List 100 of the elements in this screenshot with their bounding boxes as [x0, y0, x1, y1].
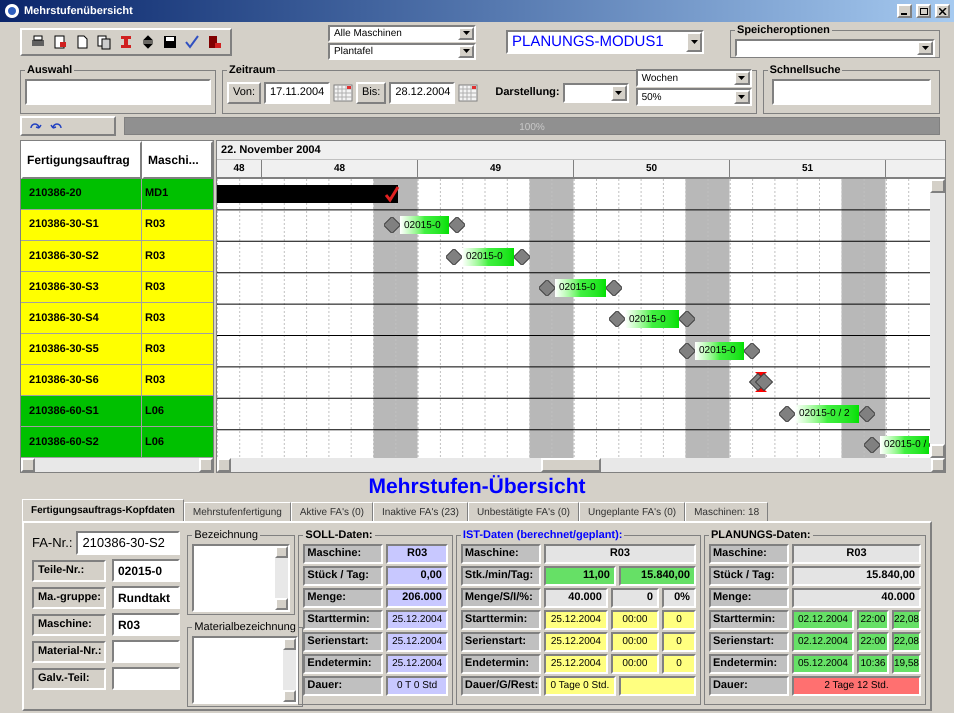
- preview-icon[interactable]: [52, 34, 68, 50]
- copy-icon[interactable]: [96, 34, 112, 50]
- text-area[interactable]: [192, 636, 298, 704]
- value-cell: 25.12.2004: [544, 632, 608, 652]
- field-label: Galv.-Teil:: [32, 668, 106, 690]
- from-date-field[interactable]: 17.11.2004: [264, 82, 330, 104]
- task-bar[interactable]: 02015-0: [625, 310, 679, 328]
- table-row[interactable]: 210386-30-S6 R03: [21, 364, 213, 396]
- dropdown-button[interactable]: [734, 71, 750, 85]
- redo-icon[interactable]: [30, 121, 42, 131]
- field-label: Dauer/G/Rest:: [460, 676, 541, 696]
- table-row[interactable]: 210386-30-S1 R03: [21, 210, 213, 241]
- table-row[interactable]: 210386-30-S4 R03: [21, 302, 213, 334]
- vertical-scrollbar[interactable]: [930, 179, 945, 458]
- to-date-field[interactable]: 28.12.2004: [389, 82, 456, 104]
- table-row[interactable]: 210386-30-S5 R03: [21, 334, 213, 365]
- horizontal-scrollbar[interactable]: [21, 458, 213, 472]
- vertical-scrollbar[interactable]: [282, 638, 296, 702]
- vertical-scrollbar[interactable]: [275, 546, 288, 610]
- dropdown-button[interactable]: [458, 44, 474, 58]
- dropdown-button[interactable]: [610, 84, 627, 100]
- milestone-icon[interactable]: [749, 371, 773, 394]
- door-icon[interactable]: [206, 34, 222, 50]
- quick-search-field[interactable]: [772, 78, 931, 104]
- value-cell: 22:00: [856, 610, 889, 630]
- storage-dropdown[interactable]: [735, 38, 935, 56]
- value-cell: 05.12.2004: [792, 654, 854, 674]
- close-button[interactable]: [935, 4, 950, 18]
- input-field[interactable]: Rundtakt: [112, 586, 180, 609]
- tab[interactable]: Fertigungsauftrags-Kopfdaten: [22, 499, 184, 521]
- undo-icon[interactable]: [50, 121, 62, 131]
- value-cell: 00:00: [610, 632, 659, 652]
- selection-field[interactable]: [25, 78, 211, 104]
- field-label: Menge/S/I/%:: [460, 588, 541, 608]
- save-icon[interactable]: [162, 34, 178, 50]
- spellcheck-icon[interactable]: [184, 34, 200, 50]
- minimize-button[interactable]: [897, 4, 912, 18]
- tab[interactable]: Unbestätigte FA's (0): [468, 502, 580, 521]
- dropdown-field[interactable]: 50%: [636, 88, 752, 106]
- value-cell: 22:00: [856, 632, 889, 652]
- table-row[interactable]: 210386-60-S1 L06: [21, 396, 213, 428]
- dropdown-button[interactable]: [458, 26, 474, 40]
- field-label: Menge:: [303, 588, 384, 608]
- value-cell: 0: [662, 654, 696, 674]
- dropdown-button[interactable]: [734, 90, 750, 104]
- input-field[interactable]: [112, 640, 180, 663]
- arrows-icon[interactable]: [140, 34, 156, 50]
- task-bar[interactable]: 02015-0: [462, 248, 514, 266]
- beam-icon[interactable]: [118, 34, 134, 50]
- dropdown-button[interactable]: [686, 32, 702, 52]
- table-row[interactable]: 210386-30-S2 R03: [21, 240, 213, 272]
- field-label: Maschine:: [708, 544, 789, 564]
- field-label: Serienstart:: [708, 632, 789, 652]
- caret-icon: [462, 31, 470, 35]
- input-field[interactable]: R03: [112, 613, 180, 636]
- table-row[interactable]: 210386-30-S3 R03: [21, 272, 213, 303]
- table-row[interactable]: 210386-20 MD1: [21, 178, 213, 210]
- field-label: Dauer:: [303, 676, 384, 696]
- dropdown-field[interactable]: PLANUNGS-MODUS1: [506, 30, 704, 54]
- diamond-icon: [446, 248, 462, 264]
- dropdown-field[interactable]: [562, 82, 629, 102]
- tab[interactable]: Ungeplante FA's (0): [579, 502, 686, 521]
- horizontal-scrollbar[interactable]: [217, 458, 945, 472]
- input-field[interactable]: [112, 667, 180, 690]
- field-label: Material-Nr.:: [32, 640, 106, 662]
- value-cell: 10:36: [856, 654, 889, 674]
- task-bar[interactable]: 02015-0 / 2: [795, 404, 859, 422]
- text-area[interactable]: [192, 544, 290, 612]
- dropdown-button[interactable]: [917, 40, 933, 54]
- calendar-icon[interactable]: [333, 84, 354, 102]
- input-field[interactable]: 02015-0: [112, 559, 180, 582]
- value-cell: 02.12.2004: [792, 610, 854, 630]
- column-header[interactable]: Maschi...: [142, 141, 213, 179]
- table-cell: 210386-30-S3: [21, 272, 142, 302]
- tab[interactable]: Aktive FA's (0): [290, 502, 373, 521]
- table-cell-text: R03: [144, 217, 166, 232]
- field-label: Starttermin:: [708, 610, 789, 630]
- fa-number-field[interactable]: 210386-30-S2: [76, 531, 180, 555]
- value-cell: 25.12.2004: [386, 610, 448, 630]
- table-cell-text: R03: [144, 280, 166, 295]
- column-header[interactable]: Fertigungsauftrag: [21, 141, 142, 179]
- task-bar[interactable]: 02015-0: [555, 278, 606, 297]
- table-cell-text: R03: [144, 310, 166, 326]
- calendar-icon[interactable]: [458, 84, 478, 102]
- diamond-icon: [779, 406, 795, 422]
- maximize-button[interactable]: [916, 4, 931, 18]
- table-row[interactable]: 210386-60-S2 L06: [21, 427, 213, 458]
- group-label: IST-Daten (berechnet/geplant):: [462, 528, 624, 543]
- dropdown-field[interactable]: Alle Maschinen: [328, 24, 476, 42]
- group-label: Zeitraum: [228, 63, 276, 78]
- table-cell-text: R03: [144, 342, 166, 357]
- value-cell: 00:00: [610, 610, 659, 630]
- value-cell: 00:00: [610, 654, 659, 674]
- tab[interactable]: Inaktive FA's (23): [373, 502, 468, 521]
- value-cell: 0%: [662, 588, 696, 608]
- tab[interactable]: Maschinen: 18: [685, 502, 768, 521]
- dropdown-field[interactable]: Plantafel: [328, 42, 476, 60]
- tab[interactable]: Mehrstufenfertigung: [184, 502, 291, 521]
- dropdown-field[interactable]: Wochen: [636, 69, 752, 87]
- field-label: Serienstart:: [460, 632, 541, 652]
